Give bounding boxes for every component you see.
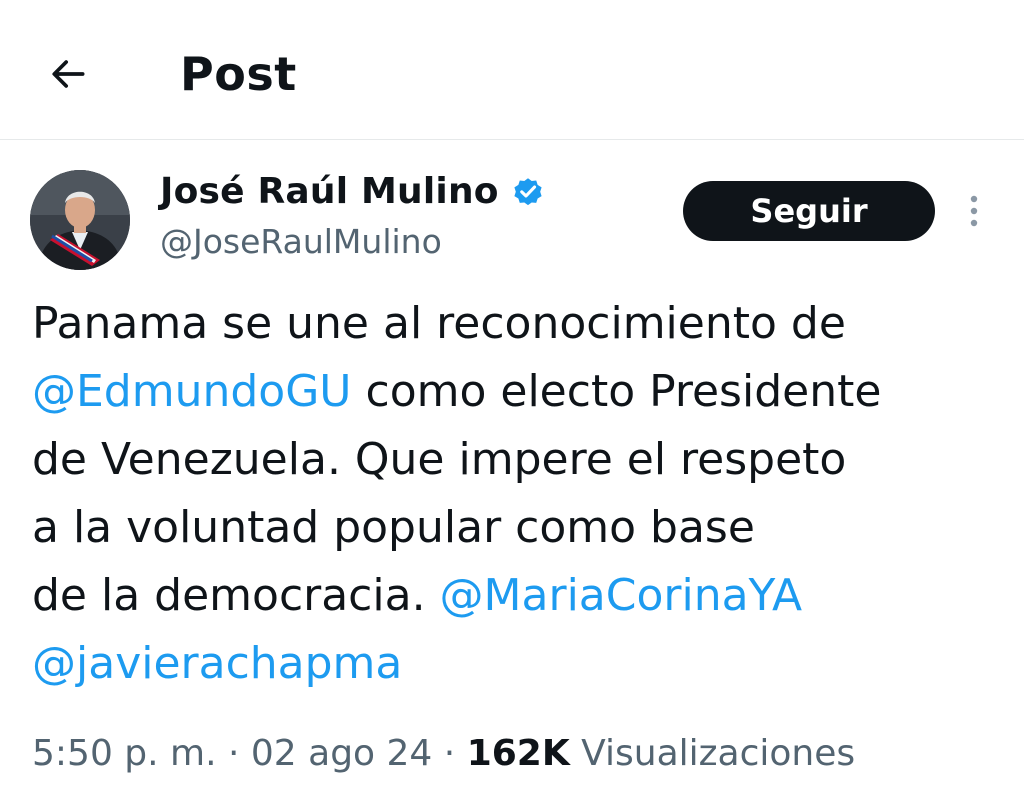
tweet-line: @javierachapma — [32, 630, 992, 698]
mention-link[interactable]: @MariaCorinaYA — [440, 570, 803, 621]
author-display-name[interactable]: José Raúl Mulino — [160, 171, 499, 212]
tweet-metadata: 5:50 p. m. · 02 ago 24 · 162K Visualizac… — [32, 726, 855, 782]
tweet-text: Panama se une al reconocimiento de @Edmu… — [32, 290, 992, 698]
more-vertical-icon — [970, 195, 978, 227]
top-bar: Post — [0, 0, 1024, 140]
mention-link[interactable]: @EdmundoGU — [32, 366, 352, 417]
follow-button[interactable]: Seguir — [683, 181, 935, 241]
tweet-line-text: como electo Presidente — [351, 366, 882, 417]
views-count[interactable]: 162K — [467, 733, 570, 774]
tweet-line: de Venezuela. Que impere el respeto — [32, 434, 847, 485]
author-name-row: José Raúl Mulino — [160, 166, 545, 216]
tweet-line: Panama se une al reconocimiento de — [32, 298, 846, 349]
back-button[interactable] — [40, 46, 96, 102]
tweet-line: de la democracia. @MariaCorinaYA — [32, 562, 992, 630]
tweet-time[interactable]: 5:50 p. m. — [32, 733, 217, 774]
author-handle[interactable]: @JoseRaulMulino — [160, 220, 442, 264]
profile-photo — [30, 170, 130, 270]
separator: · — [432, 733, 467, 774]
more-options-button[interactable] — [958, 190, 990, 234]
tweet-date[interactable]: 02 ago 24 — [251, 733, 432, 774]
mention-link[interactable]: @javierachapma — [32, 638, 402, 689]
arrow-left-icon — [52, 60, 85, 88]
separator: · — [216, 733, 251, 774]
tweet-line-text: de la democracia. — [32, 570, 440, 621]
views-label: Visualizaciones — [569, 733, 856, 774]
avatar[interactable] — [30, 170, 130, 270]
tweet-line: @EdmundoGU como electo Presidente — [32, 358, 992, 426]
tweet-line: a la voluntad popular como base — [32, 502, 755, 553]
page-title: Post — [180, 47, 297, 101]
verified-badge-icon — [514, 178, 542, 206]
